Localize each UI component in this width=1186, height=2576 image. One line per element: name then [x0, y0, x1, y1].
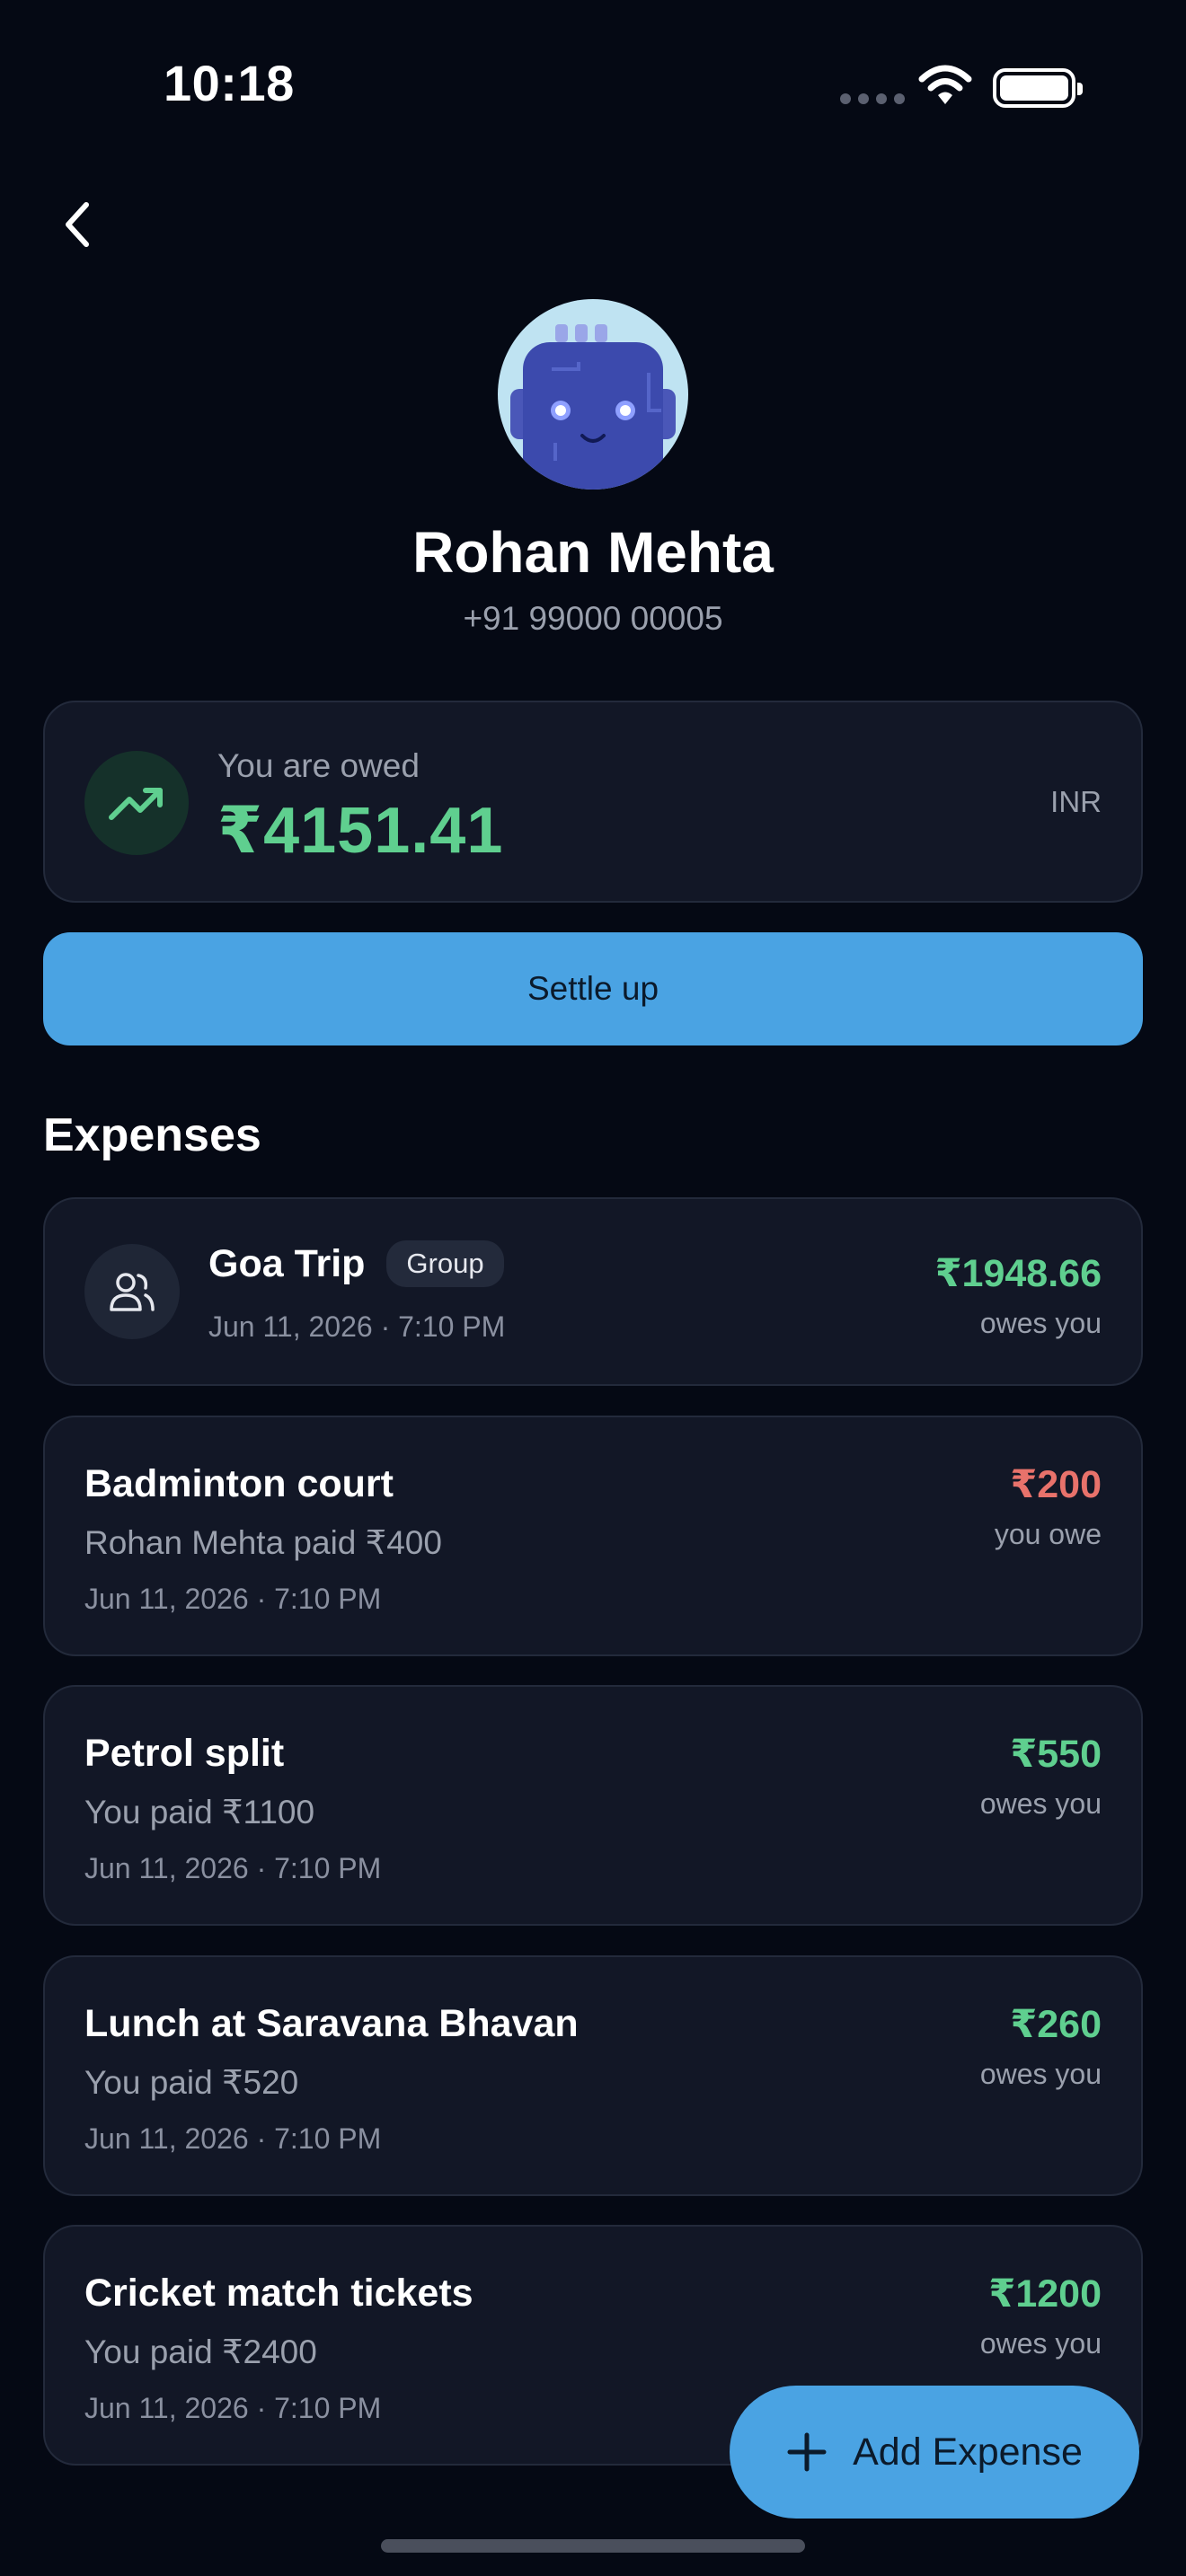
expense-amount: ₹200 — [1010, 1463, 1102, 1506]
group-badge: Group — [386, 1240, 504, 1287]
expense-amount: ₹1200 — [988, 2272, 1102, 2316]
balance-amount: ₹4151.41 — [217, 795, 504, 867]
expense-amount: ₹260 — [1010, 2003, 1102, 2046]
wifi-icon — [918, 65, 972, 104]
expense-status-note: owes you — [979, 1787, 1102, 1820]
contact-name: Rohan Mehta — [412, 520, 774, 585]
expense-subtitle: You paid ₹2400 — [84, 2333, 317, 2370]
expense-status-note: owes you — [979, 1307, 1102, 1339]
add-expense-label: Add Expense — [853, 2430, 1083, 2474]
add-expense-button[interactable]: Add Expense — [730, 2386, 1139, 2519]
expense-title: Goa Trip — [208, 1241, 366, 1285]
expense-date: Jun 11, 2026 · 7:10 PM — [84, 1852, 382, 1884]
expense-status-note: you owe — [994, 1518, 1102, 1550]
expense-title: Petrol split — [84, 1732, 285, 1775]
expense-date: Jun 11, 2026 · 7:10 PM — [84, 2122, 382, 2155]
contact-phone: +91 99000 00005 — [463, 600, 723, 637]
expense-subtitle: Rohan Mehta paid ₹400 — [84, 1524, 442, 1561]
expense-status-note: owes you — [979, 2058, 1102, 2090]
expense-date: Jun 11, 2026 · 7:10 PM — [208, 1310, 506, 1343]
expense-subtitle: You paid ₹1100 — [84, 1794, 315, 1831]
back-button[interactable] — [50, 189, 104, 260]
expense-title: Lunch at Saravana Bhavan — [84, 2002, 579, 2045]
expense-item-goa-trip[interactable]: Goa Trip Group Jun 11, 2026 · 7:10 PM ₹1… — [43, 1197, 1143, 1386]
expense-title: Cricket match tickets — [84, 2272, 474, 2315]
expense-subtitle: You paid ₹520 — [84, 2064, 299, 2101]
expense-amount: ₹1948.66 — [934, 1252, 1102, 1295]
trending-up-icon — [109, 788, 163, 820]
robot-avatar-icon — [510, 324, 676, 490]
plus-icon — [787, 2432, 827, 2472]
home-indicator[interactable] — [381, 2539, 805, 2553]
avatar — [498, 299, 688, 490]
balance-label: You are owed — [217, 747, 420, 784]
currency-code: INR — [1050, 785, 1102, 818]
expense-amount: ₹550 — [1010, 1733, 1102, 1776]
settle-up-button[interactable]: Settle up — [43, 932, 1143, 1045]
expense-item-petrol-split[interactable]: Petrol split You paid ₹1100 Jun 11, 2026… — [43, 1685, 1143, 1926]
expenses-heading: Expenses — [43, 1109, 261, 1161]
group-avatar — [84, 1244, 180, 1339]
expense-date: Jun 11, 2026 · 7:10 PM — [84, 1583, 382, 1615]
expense-date: Jun 11, 2026 · 7:10 PM — [84, 2392, 382, 2424]
expense-title: Badminton court — [84, 1462, 394, 1505]
cellular-signal-icon — [840, 93, 905, 104]
battery-icon — [993, 68, 1083, 108]
expense-status-note: owes you — [979, 2327, 1102, 2360]
back-chevron-icon — [66, 202, 89, 247]
expense-item-lunch-saravana-bhavan[interactable]: Lunch at Saravana Bhavan You paid ₹520 J… — [43, 1955, 1143, 2196]
expense-item-badminton-court[interactable]: Badminton court Rohan Mehta paid ₹400 Ju… — [43, 1416, 1143, 1656]
status-time: 10:18 — [164, 55, 295, 111]
trend-badge — [84, 751, 189, 855]
group-people-icon — [110, 1273, 155, 1311]
balance-card: You are owed ₹4151.41 INR — [43, 701, 1143, 903]
